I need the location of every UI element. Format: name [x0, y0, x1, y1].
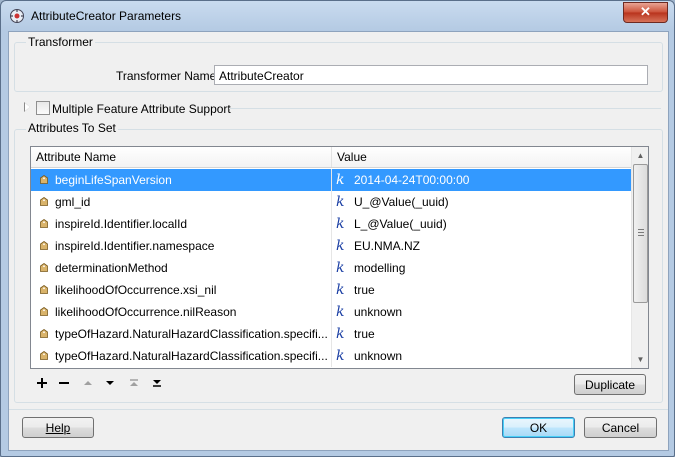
attribute-value-cell[interactable]: k L_@Value(_uuid) [331, 213, 632, 235]
grip-line [638, 235, 644, 236]
scroll-down-icon[interactable]: ▼ [632, 351, 648, 368]
attribute-value-text: true [354, 283, 375, 297]
close-button[interactable]: ✕ [623, 2, 668, 23]
attribute-tag-icon [40, 219, 48, 228]
attribute-tag-icon [40, 175, 48, 184]
table-header: Attribute Name Value [31, 147, 631, 168]
close-icon: ✕ [640, 4, 651, 19]
k-expression-icon[interactable]: k [336, 173, 344, 187]
attribute-tag-icon [40, 307, 48, 316]
dialog-body: Transformer Transformer Name: AttributeC… [8, 31, 669, 451]
attribute-value-text: unknown [354, 305, 403, 319]
attribute-value-text: modelling [354, 261, 406, 275]
attribute-name-cell[interactable]: determinationMethod [55, 257, 327, 279]
fme-app-icon [10, 9, 24, 23]
transformer-name-label: Transformer Name: [116, 69, 220, 83]
cancel-button[interactable]: Cancel [584, 417, 657, 438]
table-row[interactable]: typeOfHazard.NaturalHazardClassification… [31, 323, 631, 345]
table-row[interactable]: beginLifeSpanVersion k 2014-04-24T00:00:00 [31, 169, 631, 191]
attribute-value-cell[interactable]: k 2014-04-24T00:00:00 [331, 169, 632, 191]
attributes-group-label: Attributes To Set [26, 121, 118, 135]
attribute-name-cell[interactable]: typeOfHazard.NaturalHazardClassification… [55, 345, 327, 367]
attribute-value-cell[interactable]: k unknown [331, 301, 632, 323]
k-expression-icon[interactable]: k [336, 261, 344, 275]
attribute-value-text: true [354, 327, 375, 341]
attribute-tag-icon [40, 329, 48, 338]
move-up-icon[interactable] [81, 376, 95, 390]
attribute-value-cell[interactable]: k true [331, 323, 632, 345]
column-header-value[interactable]: Value [331, 147, 631, 167]
scrollbar-thumb[interactable] [633, 164, 648, 303]
attribute-value-cell[interactable]: k unknown [331, 345, 632, 367]
attribute-tag-icon [40, 197, 48, 206]
multiple-support-checkbox[interactable] [36, 101, 50, 115]
help-button[interactable]: Help [22, 417, 94, 438]
attribute-tag-icon [40, 241, 48, 250]
k-expression-icon[interactable]: k [336, 305, 344, 319]
attributes-table: Attribute Name Value beginLifeSpanVersio… [30, 146, 649, 369]
move-to-bottom-icon[interactable] [150, 376, 164, 390]
attribute-value-text: 2014-04-24T00:00:00 [354, 173, 470, 187]
transformer-group-label: Transformer [26, 35, 95, 49]
attribute-name-cell[interactable]: inspireId.Identifier.namespace [55, 235, 327, 257]
attribute-value-text: L_@Value(_uuid) [354, 217, 447, 231]
grip-line [638, 229, 644, 230]
attribute-value-cell[interactable]: k modelling [331, 257, 632, 279]
footer-divider [9, 409, 668, 410]
plus-icon[interactable] [35, 376, 49, 390]
ok-button[interactable]: OK [502, 417, 575, 438]
scroll-up-icon[interactable]: ▲ [632, 147, 648, 164]
attribute-name-cell[interactable]: typeOfHazard.NaturalHazardClassification… [55, 323, 327, 345]
multiple-support-expander[interactable] [24, 102, 32, 112]
k-expression-icon[interactable]: k [336, 195, 344, 209]
k-expression-icon[interactable]: k [336, 239, 344, 253]
attribute-tag-icon [40, 351, 48, 360]
dialog-window: AttributeCreator Parameters ✕ Transforme… [0, 0, 675, 457]
grip-line [638, 232, 644, 233]
k-expression-icon[interactable]: k [336, 349, 344, 363]
section-separator [229, 108, 661, 109]
expand-arrow-fill [25, 103, 30, 111]
multiple-support-label: Multiple Feature Attribute Support [52, 102, 231, 116]
transformer-name-input[interactable]: AttributeCreator [214, 65, 648, 85]
attribute-value-cell[interactable]: k true [331, 279, 632, 301]
attribute-tag-icon [40, 285, 48, 294]
window-title: AttributeCreator Parameters [31, 9, 182, 23]
move-to-top-icon[interactable] [127, 376, 141, 390]
k-expression-icon[interactable]: k [336, 327, 344, 341]
minus-icon[interactable] [57, 376, 71, 390]
table-row[interactable]: inspireId.Identifier.localId k L_@Value(_u… [31, 213, 631, 235]
title-bar[interactable]: AttributeCreator Parameters ✕ [1, 1, 674, 31]
attribute-value-cell[interactable]: k EU.NMA.NZ [331, 235, 632, 257]
attribute-name-cell[interactable]: gml_id [55, 191, 327, 213]
table-row[interactable]: likelihoodOfOccurrence.xsi_nil k true [31, 279, 631, 301]
move-down-icon[interactable] [103, 376, 117, 390]
duplicate-button[interactable]: Duplicate [574, 374, 646, 395]
attribute-name-cell[interactable]: beginLifeSpanVersion [55, 169, 327, 191]
k-expression-icon[interactable]: k [336, 283, 344, 297]
attribute-value-text: unknown [354, 349, 403, 363]
attribute-name-cell[interactable]: likelihoodOfOccurrence.xsi_nil [55, 279, 327, 301]
table-row[interactable]: gml_id k U_@Value(_uuid) [31, 191, 631, 213]
attribute-value-text: EU.NMA.NZ [354, 239, 420, 253]
attribute-value-cell[interactable]: k U_@Value(_uuid) [331, 191, 632, 213]
attribute-tag-icon [40, 263, 48, 272]
column-header-attribute-name[interactable]: Attribute Name [31, 147, 331, 167]
attribute-name-cell[interactable]: likelihoodOfOccurrence.nilReason [55, 301, 327, 323]
k-expression-icon[interactable]: k [336, 217, 344, 231]
table-row[interactable]: determinationMethod k modelling [31, 257, 631, 279]
attribute-name-cell[interactable]: inspireId.Identifier.localId [55, 213, 327, 235]
vertical-scrollbar[interactable]: ▲ ▼ [631, 147, 648, 368]
table-row[interactable]: typeOfHazard.NaturalHazardClassification… [31, 345, 631, 367]
table-row[interactable]: inspireId.Identifier.namespace k EU.NMA.NZ [31, 235, 631, 257]
attribute-value-text: U_@Value(_uuid) [354, 195, 449, 209]
table-row[interactable]: likelihoodOfOccurrence.nilReason k unknown [31, 301, 631, 323]
